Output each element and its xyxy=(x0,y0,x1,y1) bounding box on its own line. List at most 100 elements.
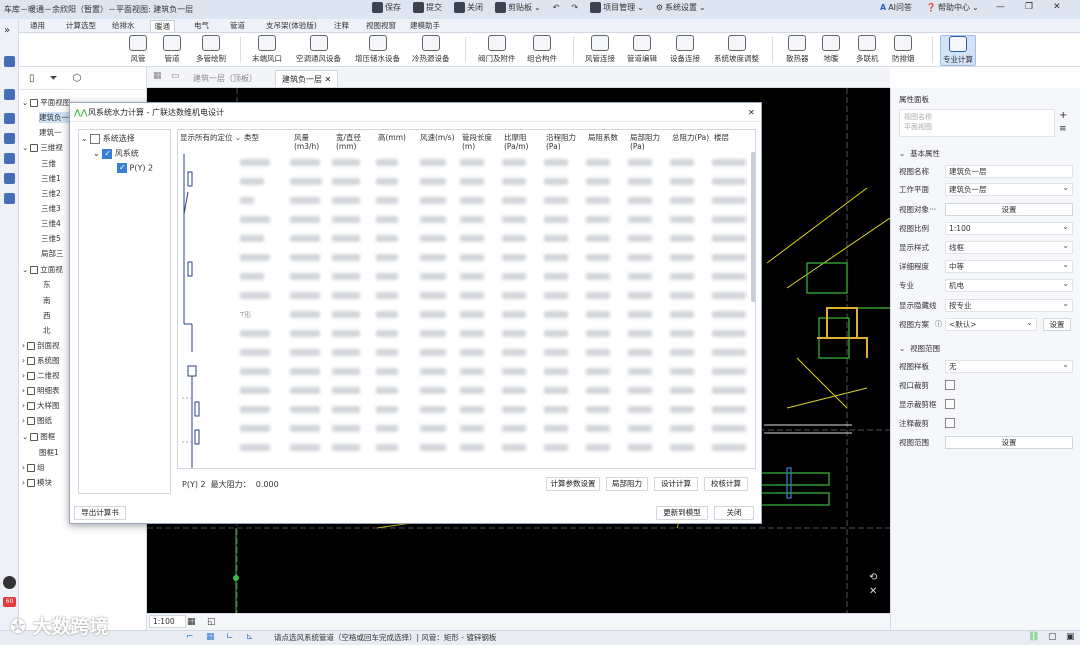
tree-item[interactable]: › 组 xyxy=(22,462,45,473)
minimize-button[interactable]: — xyxy=(996,2,1005,12)
panel-toggle-icon[interactable]: ▯ xyxy=(29,73,35,84)
system-settings-button[interactable]: ⚙ 系统设置 ⌄ xyxy=(656,2,706,13)
slope-adjust-button[interactable]: 系统坡度调整 xyxy=(714,35,759,64)
tree-item[interactable]: 三维2 xyxy=(41,188,61,199)
table-row[interactable] xyxy=(240,363,752,381)
export-report-button[interactable]: 导出计算书 xyxy=(74,506,126,520)
tab-basement[interactable]: 建筑负一层 ✕ xyxy=(275,70,339,87)
tree-item[interactable]: › 图纸 xyxy=(22,415,52,426)
equipment-connect-button[interactable]: 设备连接 xyxy=(670,35,700,64)
assembly-button[interactable]: 组合构件 xyxy=(527,35,557,64)
view-range-settings-button[interactable]: 设置 xyxy=(945,435,1073,449)
tree-item[interactable]: › 系统图 xyxy=(22,355,60,366)
window-icon[interactable]: ▭ xyxy=(171,71,180,81)
col-header-location[interactable]: 显示所有的定位 ⌄ xyxy=(180,130,241,152)
list-menu-icon[interactable]: ≡ xyxy=(1059,124,1067,134)
headset-icon[interactable] xyxy=(4,56,15,67)
tree-item[interactable]: 三维3 xyxy=(41,203,61,214)
pressure-tank-button[interactable]: 增压储水设备 xyxy=(355,35,400,64)
tab-pipe[interactable]: 管道 xyxy=(226,20,249,32)
tab-close-icon[interactable]: ✕ xyxy=(325,75,332,84)
tree-item[interactable]: 东 xyxy=(43,279,51,290)
tab-view[interactable]: 视图视窗 xyxy=(362,20,400,32)
tree-item[interactable]: ⌄ 图框 xyxy=(22,431,55,442)
globe-icon[interactable] xyxy=(4,113,15,124)
tree-item[interactable]: › 二维视 xyxy=(22,370,60,381)
tree-root[interactable]: ⌄ 系统选择 xyxy=(81,133,135,144)
heat-source-button[interactable]: 冷热源设备 xyxy=(412,35,450,64)
vrf-button[interactable]: 多联机 xyxy=(856,35,879,64)
submit-button[interactable]: 提交 xyxy=(413,2,442,13)
list-icon[interactable] xyxy=(4,153,15,164)
tree-system-py2[interactable]: P(Y) 2 xyxy=(117,163,153,173)
tree-item[interactable]: ⌄ 三维视 xyxy=(22,142,63,153)
tree-item[interactable]: 西 xyxy=(43,310,51,321)
floor-heating-button[interactable]: 地暖 xyxy=(822,35,840,64)
check-calc-button[interactable]: 校核计算 xyxy=(704,477,748,491)
pipe-button[interactable]: 管道 xyxy=(163,35,181,64)
table-row[interactable] xyxy=(240,439,752,457)
clipboard-button[interactable]: 剪贴板 ⌄ xyxy=(495,2,541,13)
measure-icon[interactable]: ⊾ xyxy=(246,632,254,642)
tab-plumbing[interactable]: 给排水 xyxy=(108,20,139,32)
table-row[interactable] xyxy=(240,211,752,229)
valves-button[interactable]: 阀门及附件 xyxy=(478,35,516,64)
table-row[interactable] xyxy=(240,154,752,172)
section-basic[interactable]: ⌄ 基本属性 xyxy=(899,148,940,159)
tree-item[interactable]: 图框1 xyxy=(39,447,59,458)
table-row[interactable] xyxy=(240,344,752,362)
add-icon[interactable]: + xyxy=(1059,110,1067,121)
tab-electrical[interactable]: 电气 xyxy=(190,20,213,32)
folder-icon[interactable] xyxy=(4,133,15,144)
system-select-checkbox[interactable] xyxy=(90,133,101,144)
table-row[interactable] xyxy=(240,325,752,343)
close-view-icon[interactable]: ✕ xyxy=(869,586,877,597)
local-resistance-button[interactable]: 局部阻力 xyxy=(606,477,648,491)
py2-checkbox[interactable] xyxy=(117,163,127,173)
tree-item[interactable]: ⌄ 平面视图 xyxy=(22,97,70,108)
tree-item[interactable]: 局部三 xyxy=(41,248,64,259)
tree-item[interactable]: ⌄ 立面视 xyxy=(22,264,63,275)
table-scrollbar[interactable] xyxy=(751,152,755,302)
calc-params-button[interactable]: 计算参数设置 xyxy=(546,477,600,491)
ortho-icon[interactable]: ∟ xyxy=(226,632,234,642)
section-range[interactable]: ⌄ 视图范围 xyxy=(899,343,940,354)
tree-item[interactable]: 三维1 xyxy=(41,173,61,184)
table-row[interactable] xyxy=(240,268,752,286)
tree-item[interactable]: 三维5 xyxy=(41,233,61,244)
tree-item[interactable]: › 大样图 xyxy=(22,400,60,411)
hvac-equipment-button[interactable]: 空调通风设备 xyxy=(296,35,341,64)
grid-icon[interactable]: ▦ xyxy=(153,71,162,81)
tree-item[interactable]: 北 xyxy=(43,325,51,336)
table-row[interactable] xyxy=(240,401,752,419)
tree-air-system[interactable]: ⌄ 风系统 xyxy=(93,148,139,159)
tab-calc-selection[interactable]: 计算选型 xyxy=(62,20,100,32)
table-row[interactable] xyxy=(240,420,752,438)
crop-checkbox[interactable] xyxy=(945,380,955,390)
multi-pipe-draw-button[interactable]: 多管绘制 xyxy=(196,35,226,64)
duct-button[interactable]: 风管 xyxy=(129,35,147,64)
professional-calc-button[interactable]: 专业计算 xyxy=(940,35,976,66)
snap-icon[interactable]: ⌐ xyxy=(186,632,194,642)
window-close-button[interactable]: ✕ xyxy=(1053,2,1061,12)
tab-general[interactable]: 通用 xyxy=(26,20,49,32)
tree-item[interactable]: › 明细表 xyxy=(22,385,60,396)
tab-first-floor[interactable]: 建筑一层（顶板） xyxy=(187,70,263,87)
close-dialog-button[interactable]: 关闭 xyxy=(714,506,754,520)
air-terminal-button[interactable]: 末端风口 xyxy=(252,35,282,64)
link-icon[interactable]: ⛓ xyxy=(1028,632,1039,642)
book-icon[interactable] xyxy=(4,193,15,204)
scale-selector[interactable]: 1:100 xyxy=(149,615,186,628)
tab-annotation[interactable]: 注释 xyxy=(330,20,353,32)
tree-item[interactable]: 建筑一 xyxy=(39,127,62,138)
doc-icon[interactable]: ▢ xyxy=(1048,632,1057,642)
save-button[interactable]: 保存 xyxy=(372,2,401,13)
design-calc-button[interactable]: 设计计算 xyxy=(654,477,698,491)
layers-icon[interactable] xyxy=(4,173,15,184)
assistant-avatar[interactable] xyxy=(3,576,16,589)
annotation-crop-checkbox[interactable] xyxy=(945,418,955,428)
table-row[interactable] xyxy=(240,173,752,191)
ai-qa-button[interactable]: A AI问答 xyxy=(880,2,912,13)
update-model-button[interactable]: 更新到模型 xyxy=(656,506,708,520)
table-row[interactable] xyxy=(240,192,752,210)
